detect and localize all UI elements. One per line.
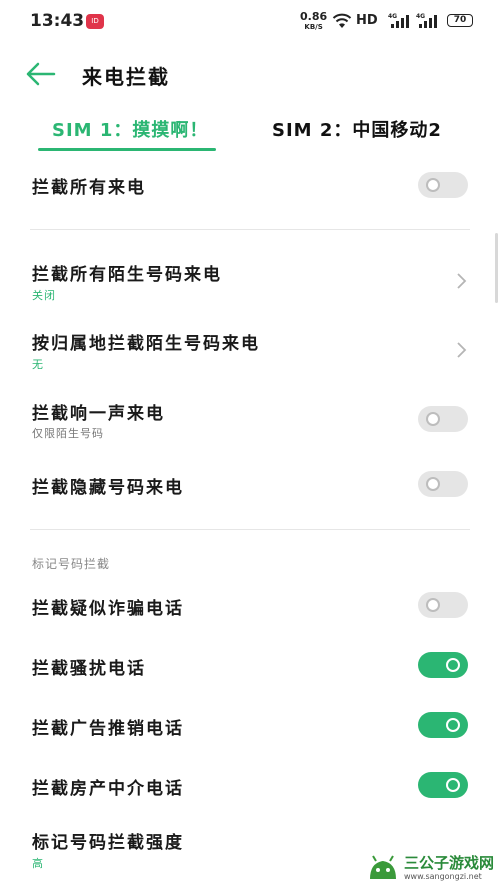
watermark-name: 三公子游戏网 [404, 854, 495, 872]
toggle-knob [446, 778, 460, 792]
toggle-block-harassment[interactable] [418, 652, 468, 678]
network-speed-unit: KB/S [304, 23, 323, 31]
hd-indicator: HD [356, 13, 378, 28]
wifi-icon [332, 13, 352, 28]
sim-tabs: SIM 1：摸摸啊！ SIM 2：中国移动2 [0, 106, 500, 152]
row-block-ads-title: 拦截广告推销电话 [32, 719, 184, 739]
row-block-hidden-title: 拦截隐藏号码来电 [32, 478, 184, 498]
toggle-knob [426, 412, 440, 426]
row-block-one-ring-title: 拦截响一声来电 [32, 404, 165, 424]
toggle-knob [446, 718, 460, 732]
row-block-by-region-title: 按归属地拦截陌生号码来电 [32, 334, 260, 354]
divider [30, 229, 470, 230]
toggle-knob [446, 658, 460, 672]
row-block-by-region-value: 无 [32, 358, 44, 371]
tab-sim2[interactable]: SIM 2：中国移动2 [272, 116, 442, 142]
toggle-block-fraud[interactable] [418, 592, 468, 618]
row-block-real-estate[interactable]: 拦截房产中介电话 [0, 766, 500, 806]
scrollbar[interactable] [495, 233, 498, 303]
watermark-logo-icon [370, 855, 396, 879]
chevron-right-icon [457, 342, 467, 358]
status-bar: 13:43 ID 0.86 KB/S HD 4G 4G 70 [0, 0, 500, 44]
back-arrow-icon[interactable] [24, 60, 58, 88]
row-block-by-region[interactable]: 按归属地拦截陌生号码来电 无 [0, 326, 500, 376]
toggle-block-all[interactable] [418, 172, 468, 198]
row-block-one-ring-sub: 仅限陌生号码 [32, 427, 104, 440]
row-block-one-ring[interactable]: 拦截响一声来电 仅限陌生号码 [0, 396, 500, 446]
watermark: 三公子游戏网 www.sangongzi.net [366, 851, 496, 885]
row-block-hidden[interactable]: 拦截隐藏号码来电 [0, 466, 500, 506]
row-block-real-estate-title: 拦截房产中介电话 [32, 779, 184, 799]
network-speed: 0.86 KB/S [300, 11, 327, 32]
chevron-right-icon [457, 273, 467, 289]
svg-text:4G: 4G [388, 13, 397, 20]
watermark-url: www.sangongzi.net [404, 872, 482, 881]
row-block-strangers[interactable]: 拦截所有陌生号码来电 关闭 [0, 257, 500, 307]
row-block-strangers-value: 关闭 [32, 289, 56, 302]
row-block-fraud-title: 拦截疑似诈骗电话 [32, 599, 184, 619]
battery-icon: 70 [447, 14, 473, 27]
row-block-strength-title: 标记号码拦截强度 [32, 833, 184, 853]
page-title: 来电拦截 [82, 65, 170, 89]
row-block-fraud[interactable]: 拦截疑似诈骗电话 [0, 586, 500, 626]
toggle-knob [426, 178, 440, 192]
notification-icon: ID [86, 14, 104, 29]
row-block-harassment-title: 拦截骚扰电话 [32, 659, 146, 679]
row-block-strength-value: 高 [32, 857, 44, 870]
toggle-knob [426, 477, 440, 491]
tab-sim1[interactable]: SIM 1：摸摸啊！ [52, 116, 208, 142]
signal-icon: 4G [388, 13, 409, 28]
row-block-harassment[interactable]: 拦截骚扰电话 [0, 646, 500, 686]
header: 来电拦截 [0, 50, 500, 100]
signal-icon-2: 4G [416, 13, 437, 28]
toggle-block-real-estate[interactable] [418, 772, 468, 798]
divider [30, 529, 470, 530]
toggle-block-ads[interactable] [418, 712, 468, 738]
toggle-knob [426, 598, 440, 612]
toggle-block-one-ring[interactable] [418, 406, 468, 432]
svg-text:4G: 4G [416, 13, 425, 20]
section-label-tagged: 标记号码拦截 [32, 557, 111, 571]
toggle-block-hidden[interactable] [418, 471, 468, 497]
row-block-all[interactable]: 拦截所有来电 [0, 165, 500, 205]
status-time: 13:43 [30, 11, 85, 31]
row-block-all-title: 拦截所有来电 [32, 178, 146, 198]
row-block-ads[interactable]: 拦截广告推销电话 [0, 706, 500, 746]
row-block-strangers-title: 拦截所有陌生号码来电 [32, 265, 222, 285]
active-tab-indicator [38, 148, 216, 151]
